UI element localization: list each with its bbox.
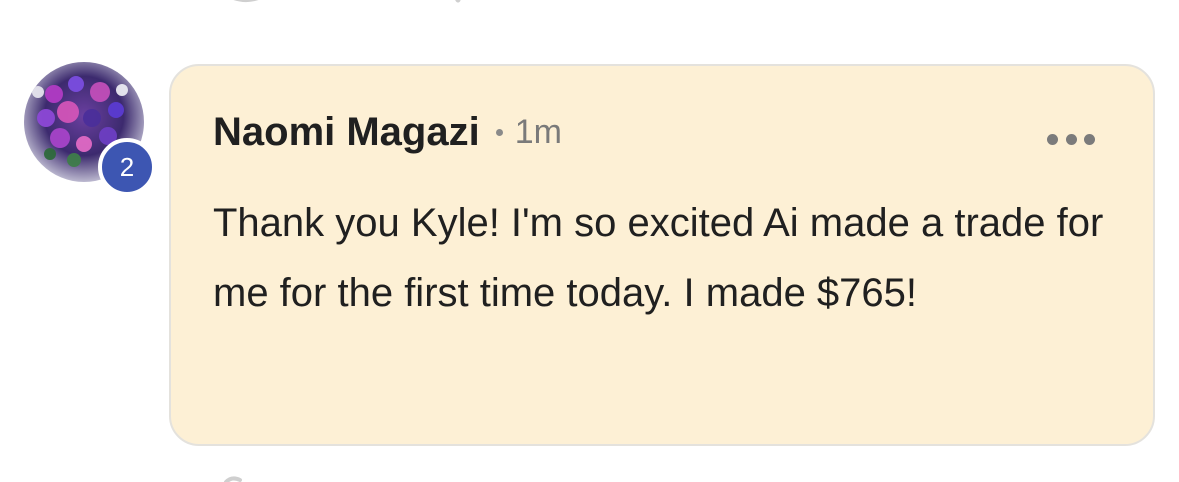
author-name[interactable]: Naomi Magazi xyxy=(213,110,480,155)
notification-badge: 2 xyxy=(98,138,156,196)
clipped-previous-row xyxy=(233,0,461,3)
comment-header: Naomi Magazi 1m xyxy=(213,110,562,155)
avatar[interactable]: 2 xyxy=(24,62,156,196)
comment-bubble: Naomi Magazi 1m Thank you Kyle! I'm so e… xyxy=(169,64,1155,446)
comment-text: Thank you Kyle! I'm so excited Ai made a… xyxy=(213,201,1104,315)
more-options-icon[interactable] xyxy=(1047,132,1095,146)
more-dot xyxy=(1065,133,1077,145)
separator-dot xyxy=(495,129,503,136)
comment-thread: 2 Naomi Magazi 1m Thank you Kyle! I'm so… xyxy=(0,0,1179,482)
clipped-next-row xyxy=(224,476,242,482)
more-dot xyxy=(1047,133,1058,145)
timestamp[interactable]: 1m xyxy=(515,113,562,152)
more-dot xyxy=(1084,133,1095,145)
